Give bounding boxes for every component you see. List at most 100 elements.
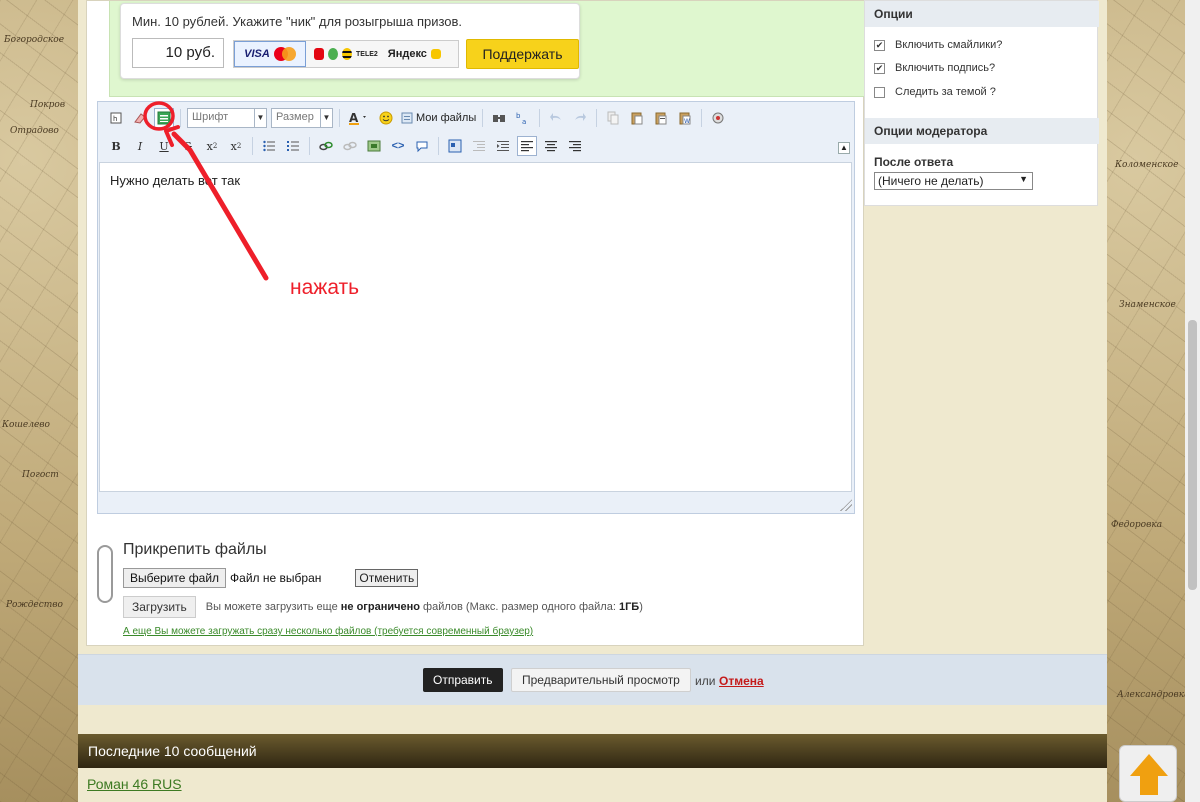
chevron-down-icon: ▼: [254, 109, 266, 127]
align-right-icon[interactable]: [565, 136, 585, 156]
find-icon: [493, 115, 506, 122]
after-reply-select[interactable]: (Ничего не делать) ▼: [874, 172, 1033, 190]
image-icon[interactable]: [364, 136, 384, 156]
image-icon: [367, 140, 381, 152]
arrow-up-icon: [1130, 754, 1168, 776]
upload-button[interactable]: Загрузить: [123, 596, 196, 618]
subscript-button[interactable]: x2: [202, 136, 222, 156]
payment-card-option[interactable]: VISA: [234, 41, 306, 67]
paste-text-icon[interactable]: [651, 108, 671, 128]
latest-messages-header: Последние 10 сообщений: [78, 734, 1107, 768]
cancel-file-button[interactable]: Отменить: [355, 569, 419, 587]
upload-info-size: 1ГБ: [618, 601, 640, 613]
upload-info-suffix: ): [639, 601, 643, 613]
eraser-icon[interactable]: [130, 108, 150, 128]
source-mode-icon[interactable]: h: [106, 108, 126, 128]
my-files-icon: [401, 112, 413, 124]
superscript-button[interactable]: x2: [226, 136, 246, 156]
undo-icon[interactable]: [546, 108, 566, 128]
send-button[interactable]: Отправить: [423, 668, 503, 692]
toolbar-separator: [701, 109, 703, 127]
underline-button[interactable]: U: [154, 136, 174, 156]
annotation-label: нажать: [290, 276, 360, 299]
option-watch-topic[interactable]: Следить за темой ?: [874, 86, 996, 98]
copy-icon[interactable]: [603, 108, 623, 128]
scroll-to-top-button[interactable]: [1119, 745, 1177, 802]
my-files-button[interactable]: Мои файлы: [400, 111, 476, 125]
paste-text-icon: [655, 112, 667, 125]
preview-button[interactable]: Предварительный просмотр: [511, 668, 691, 692]
smilies-label: Включить смайлики?: [895, 39, 1003, 51]
align-center-icon: [545, 141, 557, 152]
editor-toolbar-top: h Шрифт ▼ Размер ▼ A Мои файлы b a W: [106, 106, 728, 130]
arrow-up-icon-stem: [1140, 775, 1158, 795]
bold-button[interactable]: B: [106, 136, 126, 156]
paste-word-icon[interactable]: W: [675, 108, 695, 128]
italic-button[interactable]: I: [130, 136, 150, 156]
numbered-list-icon: [287, 141, 299, 151]
smilies-checkbox[interactable]: ✔: [874, 39, 885, 51]
message-textarea[interactable]: Нужно делать вот так: [99, 162, 852, 492]
font-family-select[interactable]: Шрифт ▼: [187, 108, 267, 128]
wysiwyg-toggle-icon[interactable]: [154, 108, 174, 128]
font-size-select[interactable]: Размер ▼: [271, 108, 333, 128]
paste-icon[interactable]: [627, 108, 647, 128]
donate-button[interactable]: Поддержать: [466, 39, 579, 69]
numbered-list-icon[interactable]: [283, 136, 303, 156]
editor-toolbar-bottom: B I U S x2 x2 <>: [106, 134, 585, 158]
bullet-list-icon[interactable]: [259, 136, 279, 156]
toolbar-collapse-icon[interactable]: ▲: [838, 142, 850, 154]
watch-topic-checkbox[interactable]: [874, 86, 885, 98]
unlink-icon[interactable]: [340, 136, 360, 156]
align-left-icon[interactable]: [517, 136, 537, 156]
file-chooser-row: Выберите файл Файл не выбран Отменить: [123, 568, 419, 588]
map-label: Покров: [30, 100, 66, 110]
paste-icon: [631, 112, 643, 125]
strikethrough-button[interactable]: S: [178, 136, 198, 156]
latest-message-author-link[interactable]: Роман 46 RUS: [87, 776, 182, 792]
map-background-left: Богородское Покров Отрадово Кошелево Пог…: [0, 0, 78, 802]
or-label: или: [695, 674, 716, 688]
megafon-icon: [328, 48, 338, 60]
donate-amount-input[interactable]: 10 руб.: [132, 38, 224, 68]
upload-info-limit: не ограничено: [340, 601, 420, 613]
map-label: Рождество: [6, 600, 63, 610]
page-scrollbar[interactable]: [1185, 0, 1200, 802]
payment-mobile-option[interactable]: TELE2 Яндекс: [306, 41, 458, 67]
upload-info: Вы можете загрузить еще не ограничено фа…: [206, 601, 643, 613]
toolbar-separator: [438, 137, 439, 155]
indent-icon[interactable]: [493, 136, 513, 156]
wysiwyg-toggle-icon: [157, 111, 171, 125]
font-family-placeholder: Шрифт: [192, 111, 229, 123]
resize-grip-icon[interactable]: [840, 499, 852, 511]
multi-upload-link[interactable]: А еще Вы можете загружать сразу нескольк…: [123, 626, 533, 637]
signature-checkbox[interactable]: ✔: [874, 62, 885, 74]
quote-icon[interactable]: [412, 136, 432, 156]
settings-icon[interactable]: [708, 108, 728, 128]
scrollbar-thumb[interactable]: [1188, 320, 1197, 590]
donate-text: Мин. 10 рублей. Укажите "ник" для розыгр…: [132, 14, 463, 29]
submit-bar: Отправить Предварительный просмотр или О…: [78, 654, 1107, 705]
svg-text:A: A: [349, 111, 359, 125]
redo-icon[interactable]: [570, 108, 590, 128]
replace-icon: ba: [516, 112, 526, 125]
align-center-icon[interactable]: [541, 136, 561, 156]
paperclip-icon: [97, 545, 113, 603]
svg-text:h: h: [113, 115, 117, 123]
outdent-icon[interactable]: [469, 136, 489, 156]
paste-word-icon: W: [679, 112, 691, 125]
cancel-link[interactable]: Отмена: [719, 674, 764, 688]
option-smilies[interactable]: ✔ Включить смайлики?: [874, 39, 1002, 51]
smiley-icon[interactable]: [376, 108, 396, 128]
choose-file-button[interactable]: Выберите файл: [123, 568, 227, 588]
find-icon[interactable]: [489, 108, 509, 128]
code-button[interactable]: <>: [388, 136, 408, 156]
replace-icon[interactable]: ba: [513, 108, 533, 128]
chevron-down-icon: ▼: [1019, 174, 1028, 184]
option-signature[interactable]: ✔ Включить подпись?: [874, 62, 995, 74]
upload-info-mid: файлов (Макс. размер одного файла:: [420, 601, 619, 613]
spoiler-icon[interactable]: [445, 136, 465, 156]
link-icon[interactable]: [316, 136, 336, 156]
map-label: Федоровка: [1111, 520, 1163, 530]
text-color-icon[interactable]: A: [346, 108, 372, 128]
